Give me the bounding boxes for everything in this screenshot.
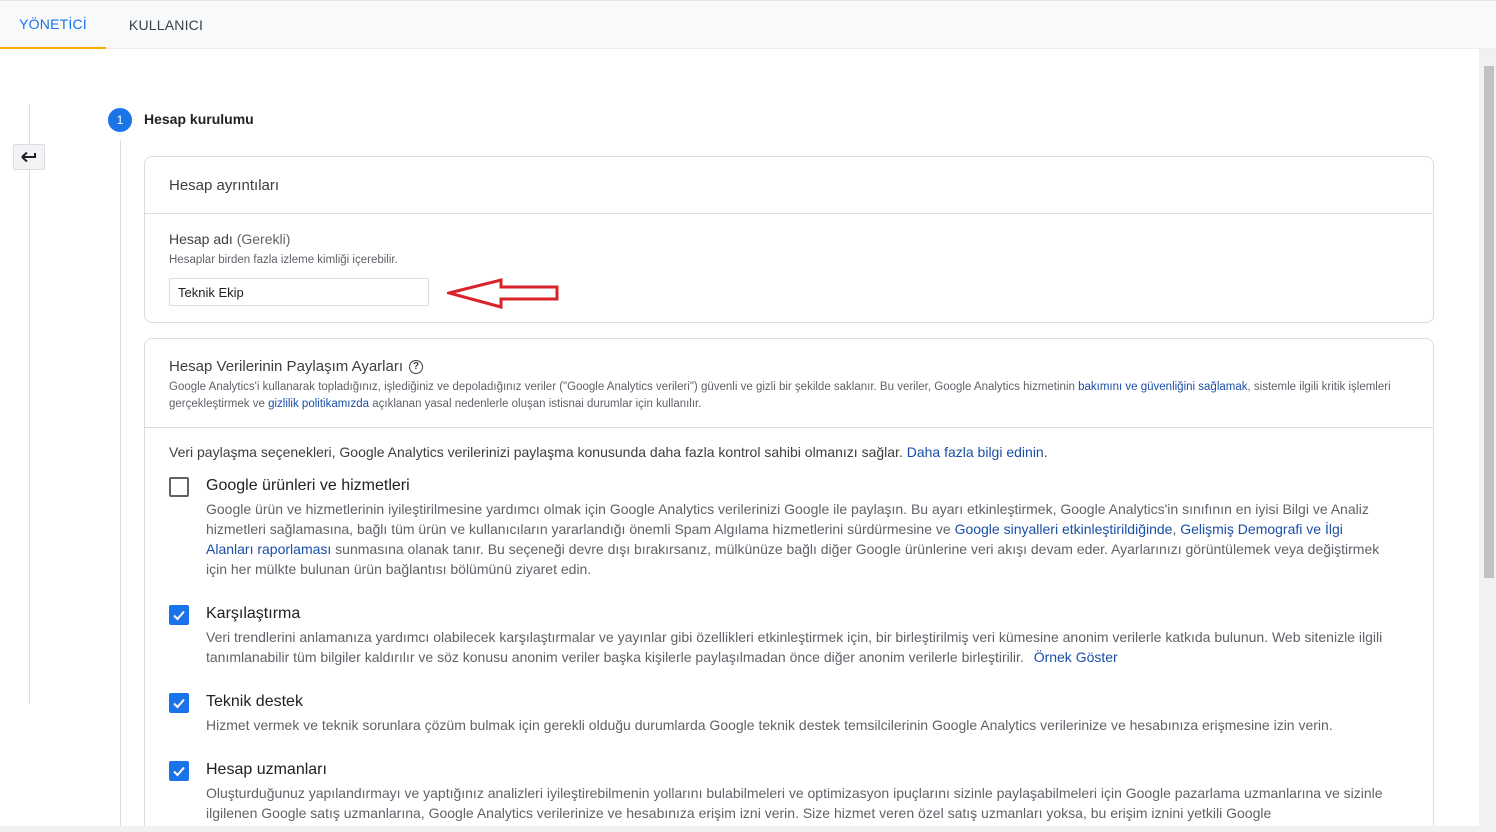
sharing-options-intro: Veri paylaşma seçenekleri, Google Analyt… xyxy=(169,444,1048,460)
back-arrow-icon xyxy=(21,151,36,163)
back-button[interactable] xyxy=(13,144,45,170)
option-title: Teknik destek xyxy=(206,693,303,710)
account-name-input[interactable] xyxy=(169,278,429,306)
intro-text: Veri paylaşma seçenekleri, Google Analyt… xyxy=(169,444,907,460)
option-description: Hizmet vermek ve teknik sorunlara çözüm … xyxy=(206,715,1386,735)
admin-tab-bar: YÖNETİCİ KULLANICI xyxy=(0,0,1496,49)
sharing-desc-text-3: açıklanan yasal nedenlerle oluşan istisn… xyxy=(369,398,702,410)
option-description: Google ürün ve hizmetlerinin iyileştiril… xyxy=(206,499,1386,579)
help-icon[interactable]: ? xyxy=(409,359,423,374)
sharing-header: Hesap Verilerinin Paylaşım Ayarları ? Go… xyxy=(169,358,1419,413)
option-description: Veri trendlerini anlamanıza yardımcı ola… xyxy=(206,627,1386,667)
option-desc-text: Hizmet vermek ve teknik sorunlara çözüm … xyxy=(206,717,1333,733)
divider xyxy=(145,427,1433,428)
stepper-line xyxy=(120,140,121,832)
privacy-policy-link[interactable]: gizlilik politikamızda xyxy=(268,398,369,410)
scrollbar-thumb[interactable] xyxy=(1484,66,1494,578)
intro-end: . xyxy=(1043,444,1048,460)
option-desc-text: Oluşturduğunuz yapılandırmayı ve yaptığı… xyxy=(206,785,1383,821)
sharing-title-text: Hesap Verilerinin Paylaşım Ayarları xyxy=(169,358,403,375)
google-signals-link[interactable]: Google sinyalleri etkinleştirildiğinde xyxy=(955,521,1173,537)
tab-user[interactable]: KULLANICI xyxy=(106,1,226,49)
data-sharing-card: Hesap Verilerinin Paylaşım Ayarları ? Go… xyxy=(144,338,1434,832)
step-title: Hesap kurulumu xyxy=(144,111,254,127)
checkmark-icon xyxy=(173,610,185,621)
sharing-description: Google Analytics'i kullanarak topladığın… xyxy=(169,379,1419,413)
google-products-checkbox[interactable] xyxy=(169,477,189,497)
red-annotation-arrow-icon xyxy=(447,278,559,309)
account-details-header: Hesap ayrıntıları xyxy=(145,157,1433,214)
sharing-desc-text-1: Google Analytics'i kullanarak topladığın… xyxy=(169,381,1079,393)
maintenance-security-link[interactable]: bakımını ve güvenliğini sağlamak xyxy=(1078,381,1247,393)
benchmarking-checkbox[interactable] xyxy=(169,605,189,625)
bottom-edge xyxy=(0,826,1496,832)
option-title: Google ürünleri ve hizmetleri xyxy=(206,477,410,494)
account-specialists-checkbox[interactable] xyxy=(169,761,189,781)
left-rail-divider xyxy=(29,104,30,704)
sharing-title: Hesap Verilerinin Paylaşım Ayarları ? xyxy=(169,358,1419,375)
show-example-link[interactable]: Örnek Göster xyxy=(1034,649,1118,665)
checkmark-icon xyxy=(173,766,185,777)
account-name-label: Hesap adı (Gerekli) xyxy=(169,231,290,247)
option-title: Karşılaştırma xyxy=(206,605,301,622)
step-number-badge: 1 xyxy=(108,108,132,132)
option-desc-text: Veri trendlerini anlamanıza yardımcı ola… xyxy=(206,629,1383,665)
technical-support-checkbox[interactable] xyxy=(169,693,189,713)
account-details-card: Hesap ayrıntıları Hesap adı (Gerekli) He… xyxy=(144,156,1434,323)
option-desc-text-2: sunmasına olanak tanır. Bu seçeneği devr… xyxy=(206,541,1380,577)
account-name-help: Hesaplar birden fazla izleme kimliği içe… xyxy=(169,254,398,266)
learn-more-link[interactable]: Daha fazla bilgi edinin xyxy=(907,444,1044,460)
checkmark-icon xyxy=(173,698,185,709)
required-marker: (Gerekli) xyxy=(236,231,291,247)
option-title: Hesap uzmanları xyxy=(206,761,327,778)
option-description: Oluşturduğunuz yapılandırmayı ve yaptığı… xyxy=(206,783,1386,823)
tab-admin[interactable]: YÖNETİCİ xyxy=(0,1,106,49)
account-name-label-text: Hesap adı xyxy=(169,231,233,247)
